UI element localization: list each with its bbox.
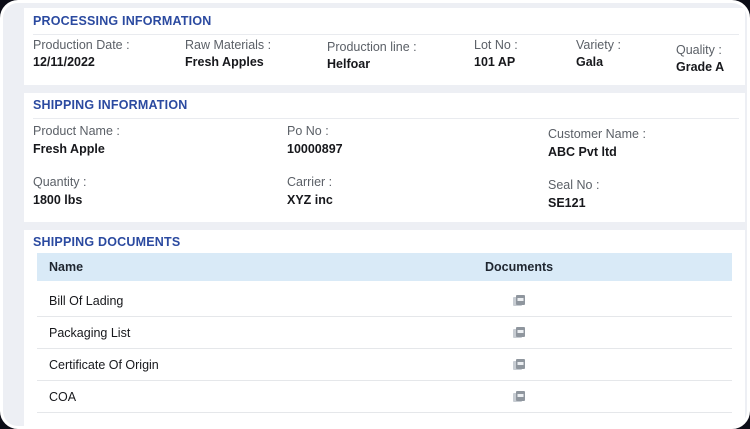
documents-table: Name Documents Bill Of Lading Packaging … <box>37 253 732 413</box>
shipping-documents-card: SHIPPING DOCUMENTS Name Documents Bill O… <box>24 230 745 426</box>
field-label: Lot No : <box>474 38 518 52</box>
shipping-information-card: SHIPPING INFORMATION Product Name : Fres… <box>24 93 745 222</box>
field-value: 10000897 <box>287 142 343 156</box>
field-label: Product Name : <box>33 124 120 138</box>
table-row-coa: COA <box>37 381 732 413</box>
field-label: Carrier : <box>287 175 333 189</box>
field-label: Production Date : <box>33 38 130 52</box>
field-raw-materials: Raw Materials : Fresh Apples <box>185 38 327 75</box>
field-value: 1800 lbs <box>33 193 83 207</box>
document-name: COA <box>49 389 77 404</box>
column-header-documents: Documents <box>485 260 554 274</box>
field-label: Seal No : <box>548 178 600 192</box>
column-header-name: Name <box>49 260 84 274</box>
pdf-file-icon[interactable] <box>512 358 526 371</box>
documents-table-header: Name Documents <box>37 253 732 281</box>
field-value: Grade A <box>676 60 725 74</box>
page-frame: PROCESSING INFORMATION Production Date :… <box>0 0 750 429</box>
field-value: Fresh Apple <box>33 142 105 156</box>
field-seal-no: Seal No : SE121 <box>548 175 739 211</box>
table-row-bill-of-lading: Bill Of Lading <box>37 285 732 317</box>
processing-section-title: PROCESSING INFORMATION <box>33 14 212 28</box>
field-production-line: Production line : Helfoar <box>327 38 474 75</box>
document-name: Bill Of Lading <box>49 293 124 308</box>
field-value: Helfoar <box>327 57 371 71</box>
field-quality: Quality : Grade A <box>676 38 739 75</box>
processing-title-row: PROCESSING INFORMATION <box>33 14 739 35</box>
field-value: 12/11/2022 <box>33 55 95 69</box>
field-customer-name: Customer Name : ABC Pvt ltd <box>548 124 739 160</box>
field-label: Variety : <box>576 38 621 52</box>
pdf-file-icon[interactable] <box>512 326 526 339</box>
shipping-fields-grid: Product Name : Fresh Apple Po No : 10000… <box>33 124 739 226</box>
table-row-packaging-list: Packaging List <box>37 317 732 349</box>
processing-information-card: PROCESSING INFORMATION Production Date :… <box>24 8 745 85</box>
field-value: ABC Pvt ltd <box>548 145 617 159</box>
processing-fields-row: Production Date : 12/11/2022 Raw Materia… <box>33 38 739 75</box>
field-carrier: Carrier : XYZ inc <box>287 175 548 211</box>
pdf-file-icon[interactable] <box>512 390 526 403</box>
field-production-date: Production Date : 12/11/2022 <box>33 38 185 75</box>
document-name: Certificate Of Origin <box>49 357 159 372</box>
field-quantity: Quantity : 1800 lbs <box>33 175 287 211</box>
field-variety: Variety : Gala <box>576 38 676 75</box>
documents-section-title: SHIPPING DOCUMENTS <box>33 235 181 249</box>
field-value: XYZ inc <box>287 193 333 207</box>
field-value: Gala <box>576 55 604 69</box>
field-label: Quantity : <box>33 175 87 189</box>
field-product-name: Product Name : Fresh Apple <box>33 124 287 160</box>
field-label: Quality : <box>676 43 722 57</box>
shipping-section-title: SHIPPING INFORMATION <box>33 98 188 112</box>
shipping-title-row: SHIPPING INFORMATION <box>33 98 739 119</box>
field-value: Fresh Apples <box>185 55 264 69</box>
document-name: Packaging List <box>49 325 131 340</box>
field-value: 101 AP <box>474 55 516 69</box>
field-label: Po No : <box>287 124 329 138</box>
pdf-file-icon[interactable] <box>512 294 526 307</box>
field-label: Production line : <box>327 40 417 54</box>
field-po-no: Po No : 10000897 <box>287 124 548 160</box>
field-lot-no: Lot No : 101 AP <box>474 38 576 75</box>
table-row-certificate-of-origin: Certificate Of Origin <box>37 349 732 381</box>
field-label: Customer Name : <box>548 127 646 141</box>
field-label: Raw Materials : <box>185 38 272 52</box>
field-value: SE121 <box>548 196 586 210</box>
